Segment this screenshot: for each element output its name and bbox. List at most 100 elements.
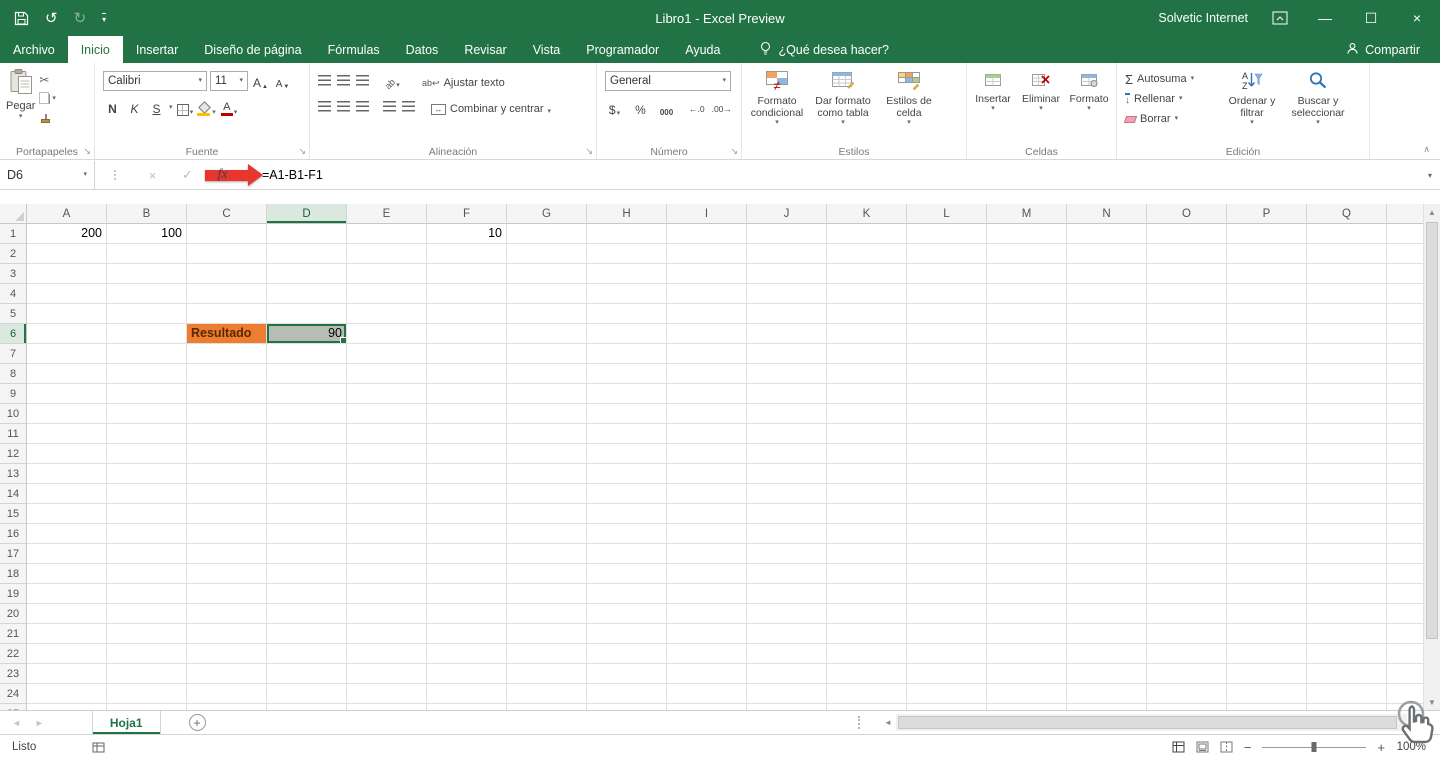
cell-G23[interactable] <box>507 664 587 684</box>
cell-N23[interactable] <box>1067 664 1147 684</box>
cell-M1[interactable] <box>987 224 1067 244</box>
format-cells-button[interactable]: Formato ▾ <box>1065 67 1113 143</box>
cell-B22[interactable] <box>107 644 187 664</box>
cell-B14[interactable] <box>107 484 187 504</box>
cell-E18[interactable] <box>347 564 427 584</box>
cell-C13[interactable] <box>187 464 267 484</box>
cell-K6[interactable] <box>827 324 907 344</box>
cell-E1[interactable] <box>347 224 427 244</box>
cell-I11[interactable] <box>667 424 747 444</box>
increase-indent-icon[interactable] <box>402 101 415 112</box>
cell-Q18[interactable] <box>1307 564 1387 584</box>
cell-E7[interactable] <box>347 344 427 364</box>
cell-A22[interactable] <box>27 644 107 664</box>
cell-D13[interactable] <box>267 464 347 484</box>
cell-G11[interactable] <box>507 424 587 444</box>
cell-O2[interactable] <box>1147 244 1227 264</box>
cell-G2[interactable] <box>507 244 587 264</box>
row-header-18[interactable]: 18 <box>0 564 27 584</box>
cell-D23[interactable] <box>267 664 347 684</box>
cell-G14[interactable] <box>507 484 587 504</box>
cell-A9[interactable] <box>27 384 107 404</box>
cell-I17[interactable] <box>667 544 747 564</box>
cell-J20[interactable] <box>747 604 827 624</box>
cell-B10[interactable] <box>107 404 187 424</box>
increase-decimal-button[interactable]: ←.0 <box>689 104 705 114</box>
cell-C7[interactable] <box>187 344 267 364</box>
sheet-nav-left-icon[interactable]: ◄ <box>12 718 21 728</box>
cell-F15[interactable] <box>427 504 507 524</box>
cell-N19[interactable] <box>1067 584 1147 604</box>
column-header-I[interactable]: I <box>667 204 747 224</box>
cell-L11[interactable] <box>907 424 987 444</box>
column-header-O[interactable]: O <box>1147 204 1227 224</box>
cell-B6[interactable] <box>107 324 187 344</box>
cell-D20[interactable] <box>267 604 347 624</box>
cell-B8[interactable] <box>107 364 187 384</box>
cell-L21[interactable] <box>907 624 987 644</box>
cell-O21[interactable] <box>1147 624 1227 644</box>
decrease-indent-icon[interactable] <box>383 101 396 112</box>
cell-B16[interactable] <box>107 524 187 544</box>
cell-L12[interactable] <box>907 444 987 464</box>
cell-K18[interactable] <box>827 564 907 584</box>
cell-J4[interactable] <box>747 284 827 304</box>
cell-L3[interactable] <box>907 264 987 284</box>
macro-record-icon[interactable] <box>92 742 105 753</box>
undo-icon[interactable]: ↺ <box>45 9 58 27</box>
cell-A10[interactable] <box>27 404 107 424</box>
cell-B19[interactable] <box>107 584 187 604</box>
cell-B15[interactable] <box>107 504 187 524</box>
cell-K2[interactable] <box>827 244 907 264</box>
cell-B23[interactable] <box>107 664 187 684</box>
cell-M8[interactable] <box>987 364 1067 384</box>
wrap-text-button[interactable]: ab↩ Ajustar texto <box>422 71 505 90</box>
cell-I7[interactable] <box>667 344 747 364</box>
cell-M13[interactable] <box>987 464 1067 484</box>
cell-E17[interactable] <box>347 544 427 564</box>
cell-E24[interactable] <box>347 684 427 704</box>
cell-G9[interactable] <box>507 384 587 404</box>
column-header-B[interactable]: B <box>107 204 187 224</box>
cell-P7[interactable] <box>1227 344 1307 364</box>
cell-D4[interactable] <box>267 284 347 304</box>
cell-L20[interactable] <box>907 604 987 624</box>
cell-O8[interactable] <box>1147 364 1227 384</box>
cell-N4[interactable] <box>1067 284 1147 304</box>
cell-I3[interactable] <box>667 264 747 284</box>
cell-M12[interactable] <box>987 444 1067 464</box>
scroll-up-icon[interactable]: ▲ <box>1424 204 1440 220</box>
tab-programador[interactable]: Programador <box>573 36 672 63</box>
cell-E3[interactable] <box>347 264 427 284</box>
collapse-ribbon-icon[interactable]: ∧ <box>1423 144 1430 155</box>
cell-D7[interactable] <box>267 344 347 364</box>
cell-H8[interactable] <box>587 364 667 384</box>
cell-B4[interactable] <box>107 284 187 304</box>
column-header-M[interactable]: M <box>987 204 1067 224</box>
cell-P1[interactable] <box>1227 224 1307 244</box>
cell-A19[interactable] <box>27 584 107 604</box>
tab-revisar[interactable]: Revisar <box>451 36 519 63</box>
cell-H2[interactable] <box>587 244 667 264</box>
cell-Q20[interactable] <box>1307 604 1387 624</box>
vertical-scrollbar[interactable]: ▲ ▼ <box>1423 204 1440 710</box>
cell-K23[interactable] <box>827 664 907 684</box>
cell-H10[interactable] <box>587 404 667 424</box>
row-header-17[interactable]: 17 <box>0 544 27 564</box>
cell-K14[interactable] <box>827 484 907 504</box>
cell-Q22[interactable] <box>1307 644 1387 664</box>
cell-J11[interactable] <box>747 424 827 444</box>
cell-L10[interactable] <box>907 404 987 424</box>
comma-format-button[interactable]: 000 <box>657 99 676 118</box>
cell-G13[interactable] <box>507 464 587 484</box>
vertical-scroll-thumb[interactable] <box>1426 222 1438 640</box>
format-as-table-button[interactable]: Dar formato como tabla ▾ <box>810 67 876 143</box>
cell-F13[interactable] <box>427 464 507 484</box>
cell-I24[interactable] <box>667 684 747 704</box>
cell-styles-button[interactable]: Estilos de celda ▾ <box>876 67 942 143</box>
cell-M3[interactable] <box>987 264 1067 284</box>
cell-A16[interactable] <box>27 524 107 544</box>
row-header-19[interactable]: 19 <box>0 584 27 604</box>
tab-splitter[interactable] <box>858 716 860 729</box>
cell-K24[interactable] <box>827 684 907 704</box>
